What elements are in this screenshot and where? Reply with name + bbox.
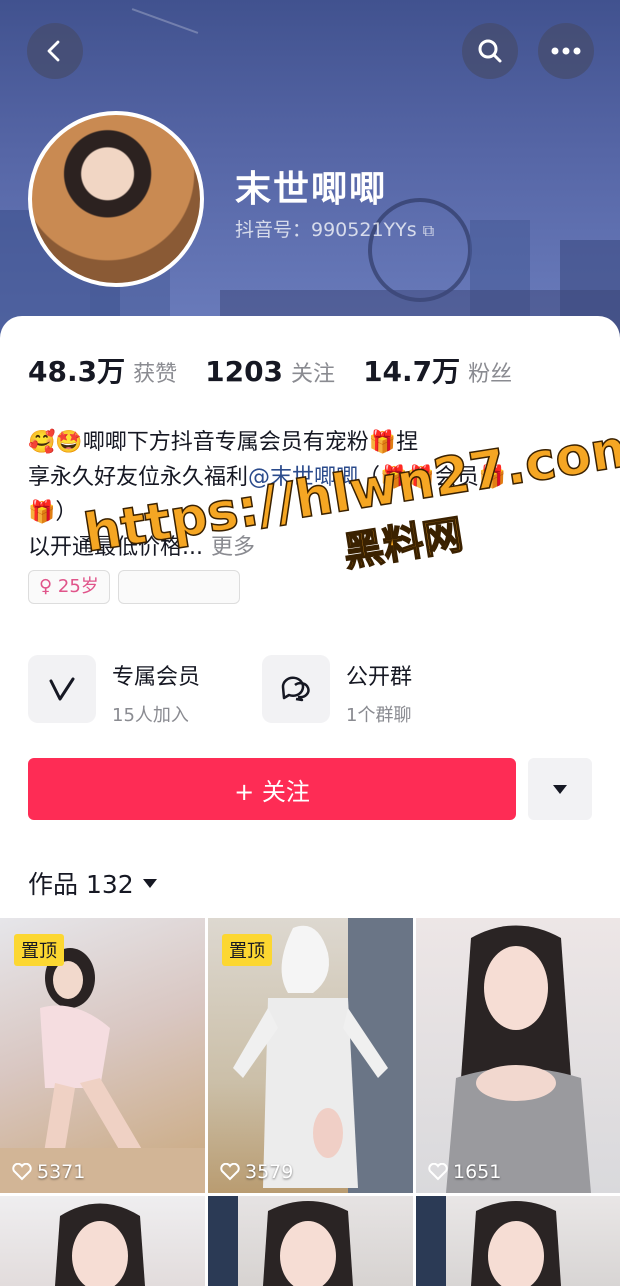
video-thumbnail[interactable]: 1651 [416, 918, 620, 1193]
thumbnail-image [208, 1196, 353, 1286]
profile-header: 末世唧唧 抖音号：990521YYs ⧉ [0, 0, 620, 340]
video-thumbnail[interactable]: 置顶 3579 [208, 918, 413, 1193]
works-label: 作品 132 [28, 870, 134, 899]
search-button[interactable] [462, 23, 518, 79]
video-likes: 3579 [220, 1161, 293, 1183]
following-label: 关注 [291, 362, 336, 387]
douyin-id[interactable]: 抖音号：990521YYs ⧉ [235, 215, 434, 242]
douyin-id-text: 抖音号：990521YYs [235, 219, 417, 241]
heart-icon [12, 1163, 32, 1181]
likes-count-text: 1651 [453, 1161, 502, 1183]
heart-icon [428, 1163, 448, 1181]
stats-row: 48.3万 获赞 1203 关注 14.7万 粉丝 [28, 350, 540, 390]
video-thumbnail[interactable] [416, 1196, 620, 1286]
thumbnail-image [416, 1196, 561, 1286]
more-dots-icon [551, 47, 581, 55]
caret-down-icon [553, 785, 567, 794]
following-count[interactable]: 1203 [205, 355, 283, 388]
member-subtitle: 15人加入 [112, 705, 189, 726]
caret-down-icon [142, 879, 157, 888]
vip-icon [28, 655, 96, 723]
group-chat-title: 公开群 [346, 665, 413, 690]
follow-dropdown-button[interactable] [528, 758, 592, 820]
video-thumbnail[interactable] [208, 1196, 413, 1286]
likes-count-text: 3579 [245, 1161, 294, 1183]
member-feature[interactable]: 专属会员 15人加入 [28, 655, 200, 727]
avatar[interactable] [28, 111, 204, 287]
video-thumbnail[interactable] [0, 1196, 205, 1286]
works-tab[interactable]: 作品 132 [28, 865, 158, 901]
chat-bubbles-icon [262, 655, 330, 723]
search-icon [478, 39, 502, 63]
likes-label: 获赞 [133, 362, 178, 387]
copy-icon[interactable]: ⧉ [423, 221, 434, 240]
video-likes: 1651 [428, 1161, 501, 1183]
video-likes: 5371 [12, 1161, 85, 1183]
member-title: 专属会员 [112, 665, 201, 690]
follow-button[interactable]: + 关注 [28, 758, 516, 820]
back-button[interactable] [27, 23, 83, 79]
chevron-left-icon [47, 40, 60, 62]
group-chat-subtitle: 1个群聊 [346, 705, 412, 726]
likes-count-text: 5371 [37, 1161, 86, 1183]
pinned-badge: 置顶 [14, 934, 64, 966]
followers-count[interactable]: 14.7万 [363, 350, 460, 390]
group-chat-feature[interactable]: 公开群 1个群聊 [262, 655, 412, 727]
followers-label: 粉丝 [468, 362, 513, 387]
pinned-badge: 置顶 [222, 934, 272, 966]
video-thumbnail[interactable]: 置顶 5371 [0, 918, 205, 1193]
sky-decoration [131, 8, 199, 34]
profile-name: 末世唧唧 [235, 169, 388, 210]
heart-icon [220, 1163, 240, 1181]
thumbnail-image [446, 925, 591, 1193]
more-options-button[interactable] [538, 23, 594, 79]
thumbnail-image [55, 1203, 145, 1286]
likes-count[interactable]: 48.3万 [28, 350, 125, 390]
